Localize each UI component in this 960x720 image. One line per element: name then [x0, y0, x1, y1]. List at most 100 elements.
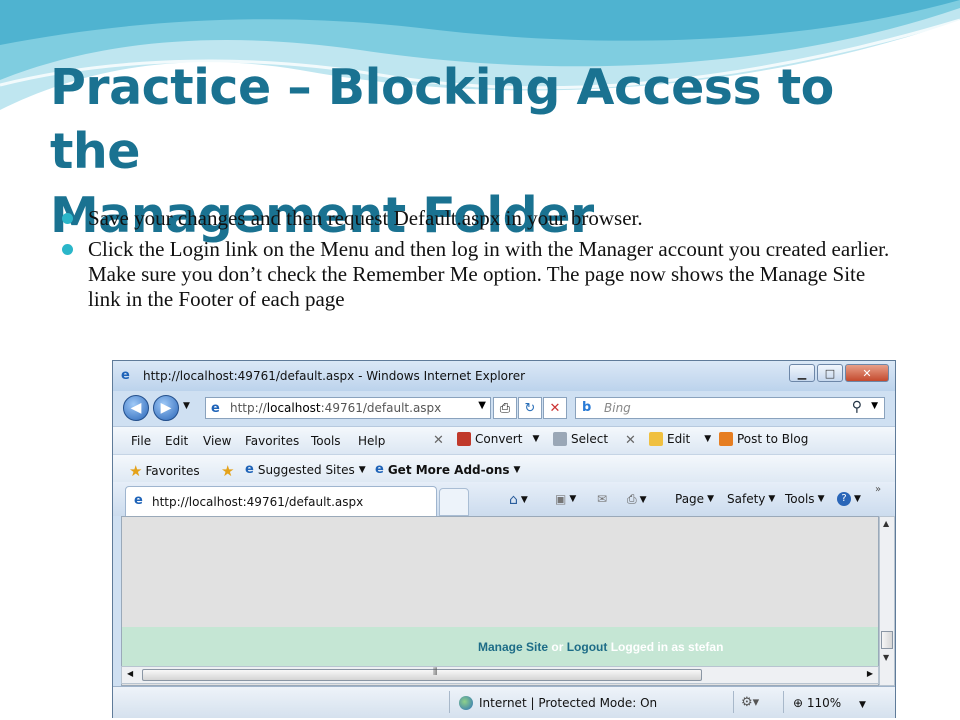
back-icon[interactable]: ◀ [123, 395, 149, 421]
convert-button[interactable]: Convert ▼ [457, 432, 539, 446]
get-more-add-ons-button[interactable]: e Get More Add-ons ▼ [375, 462, 520, 477]
tab-row: e http://localhost:49761/default.aspx ⌂ ▼… [113, 482, 895, 516]
tab-active[interactable]: e http://localhost:49761/default.aspx [125, 486, 437, 516]
tools-menu[interactable]: Tools ▼ [785, 492, 824, 506]
chevron-down-icon: ▼ [358, 464, 366, 475]
window-controls: ▁ □ ✕ [787, 364, 889, 382]
zoom-level: 110% [806, 696, 842, 710]
ie-page-icon: e [375, 462, 384, 477]
star-icon: ★ [129, 462, 143, 480]
add-favorite-icon[interactable]: ★ [221, 462, 237, 480]
home-icon: ⌂ [509, 492, 518, 508]
select-button[interactable]: Select [553, 432, 608, 446]
toolbar-overflow-chevron-icon[interactable]: » [875, 484, 881, 495]
zoom-icon: ⊕ [793, 696, 804, 710]
close-button[interactable]: ✕ [845, 364, 889, 382]
menu-view[interactable]: View [203, 434, 231, 448]
minimize-button[interactable]: ▁ [789, 364, 815, 382]
address-rest: :49761/default.aspx [320, 401, 442, 415]
recent-pages-chevron-down-icon[interactable]: ▼ [183, 401, 190, 411]
chevron-down-icon: ▼ [520, 495, 528, 505]
close-toolbar-icon[interactable]: ✕ [625, 433, 636, 448]
edit-button[interactable]: Edit ▼ [649, 432, 711, 446]
manage-site-link[interactable]: Manage Site [478, 640, 548, 654]
menu-file[interactable]: File [131, 434, 151, 448]
window-titlebar[interactable]: e http://localhost:49761/default.aspx - … [113, 361, 895, 391]
status-divider [783, 691, 784, 713]
search-options-chevron-down-icon[interactable]: ▼ [871, 401, 878, 411]
address-dropdown-chevron-down-icon[interactable]: ▼ [478, 400, 486, 411]
bing-logo: b [582, 400, 592, 415]
zoom-control[interactable]: ⊕ 110% ▼ [793, 696, 866, 710]
bullet-dot-icon [62, 213, 73, 224]
slide-title-line-1: Practice – Blocking Access to the [50, 59, 834, 180]
bullet-text: Click the Login link on the Menu and the… [88, 237, 890, 311]
menu-favorites[interactable]: Favorites [245, 434, 299, 448]
status-divider [449, 691, 450, 713]
security-zone[interactable]: Internet | Protected Mode: On [459, 696, 657, 710]
mail-icon: ✉ [597, 492, 608, 506]
close-toolbar-icon[interactable]: ✕ [433, 433, 444, 448]
feeds-button[interactable]: ▣ ▼ [555, 492, 576, 506]
safety-menu[interactable]: Safety ▼ [727, 492, 775, 506]
or-text: or [551, 640, 564, 654]
favorites-label: Favorites [145, 464, 200, 478]
search-box[interactable]: b Bing ⚲ ▼ [575, 397, 885, 419]
scroll-right-icon[interactable]: ▶ [867, 669, 873, 678]
vertical-scroll-thumb[interactable] [881, 631, 893, 649]
ie-page-icon: e [134, 493, 143, 508]
horizontal-scroll-thumb[interactable]: ⦀ [142, 667, 702, 681]
chevron-down-icon: ▼ [704, 434, 712, 444]
scroll-up-icon[interactable]: ▲ [883, 519, 889, 528]
scroll-left-icon[interactable]: ◀ [127, 669, 133, 678]
vertical-scrollbar[interactable]: ▲ ▼ [879, 516, 895, 686]
favorites-bar: ★ Favorites ★ e Suggested Sites ▼ e Get More… [113, 454, 895, 482]
select-icon [553, 432, 567, 446]
bullet-text: Save your changes and then request Defau… [88, 206, 643, 230]
menu-edit[interactable]: Edit [165, 434, 188, 448]
menu-help[interactable]: Help [358, 434, 385, 448]
window-title: http://localhost:49761/default.aspx - Wi… [143, 369, 526, 383]
logout-link[interactable]: Logout [567, 640, 608, 654]
maximize-button[interactable]: □ [817, 364, 843, 382]
browser-window: e http://localhost:49761/default.aspx - … [112, 360, 896, 718]
bullet-item: Save your changes and then request Defau… [62, 206, 902, 231]
search-placeholder: Bing [604, 401, 631, 415]
post-to-blog-label: Post to Blog [737, 432, 809, 446]
menu-bar: File Edit View Favorites Tools Help ✕ Co… [113, 426, 895, 454]
compatibility-view-icon[interactable]: ⎙ [493, 397, 517, 419]
scroll-down-icon[interactable]: ▼ [883, 653, 889, 662]
blog-icon [719, 432, 733, 446]
logged-in-text: Logged in as stefan [610, 640, 724, 654]
post-to-blog-button[interactable]: Post to Blog [719, 432, 808, 446]
suggested-sites-button[interactable]: e Suggested Sites ▼ [245, 462, 366, 477]
protected-mode-icon[interactable]: ⚙▾ [741, 695, 759, 710]
forward-icon[interactable]: ▶ [153, 395, 179, 421]
status-bar: Internet | Protected Mode: On ⚙▾ ⊕ 110% … [113, 686, 895, 718]
refresh-icon[interactable]: ↻ [518, 397, 542, 419]
chevron-down-icon: ▼ [859, 700, 866, 710]
ie-page-icon: e [245, 462, 254, 477]
horizontal-scrollbar[interactable]: ◀ ⦀ ▶ [121, 666, 879, 684]
safety-menu-label: Safety [727, 492, 766, 506]
address-row: ◀ ▶ ▼ e http://localhost:49761/default.a… [113, 391, 895, 425]
help-icon: ? [837, 492, 851, 506]
site-footer: Manage Site or Logout Logged in as stefa… [122, 627, 878, 667]
print-button[interactable]: ⎙ ▼ [627, 492, 647, 507]
address-bar[interactable]: e http://localhost:49761/default.aspx ▼ [205, 397, 491, 419]
favorites-button[interactable]: ★ Favorites [129, 462, 200, 480]
select-label: Select [571, 432, 609, 446]
new-tab-button[interactable] [439, 488, 469, 516]
suggested-sites-label: Suggested Sites [257, 462, 355, 477]
page-menu[interactable]: Page ▼ [675, 492, 714, 506]
stop-icon[interactable]: ✕ [543, 397, 567, 419]
read-mail-button[interactable]: ✉ [597, 492, 607, 506]
search-icon[interactable]: ⚲ [852, 399, 862, 415]
home-button[interactable]: ⌂ ▼ [509, 492, 528, 508]
status-divider [733, 691, 734, 713]
help-button[interactable]: ? ▼ [837, 492, 861, 506]
menu-tools[interactable]: Tools [311, 434, 341, 448]
chevron-down-icon: ▼ [532, 434, 540, 444]
page-content: Manage Site or Logout Logged in as stefa… [121, 516, 879, 686]
bullet-list: Save your changes and then request Defau… [62, 206, 902, 318]
